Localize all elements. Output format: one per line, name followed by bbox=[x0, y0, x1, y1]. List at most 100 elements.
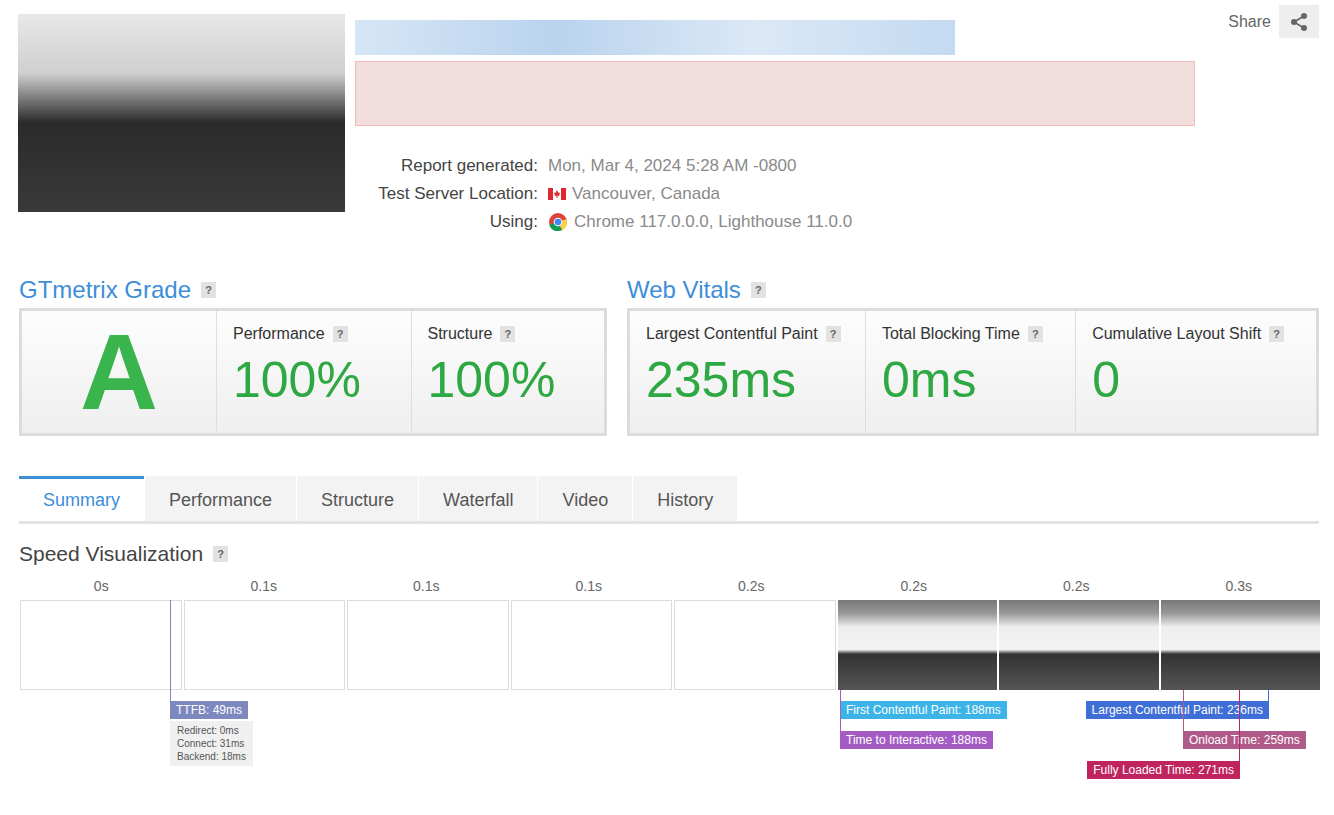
help-badge[interactable]: ? bbox=[751, 282, 766, 298]
share-label[interactable]: Share bbox=[1228, 13, 1271, 31]
section-heading: Speed Visualization bbox=[19, 542, 203, 566]
report-tab[interactable]: Waterfall bbox=[419, 476, 537, 521]
report-tab[interactable]: Structure bbox=[297, 476, 418, 521]
report-tab[interactable]: History bbox=[633, 476, 737, 521]
marker-line bbox=[1239, 690, 1240, 761]
time-axis: 0s0.1s0.1s0.1s0.2s0.2s0.2s0.3s bbox=[20, 578, 1320, 594]
grade-letter: A bbox=[80, 318, 158, 426]
metric-value: 100% bbox=[428, 351, 595, 409]
marker-label: First Contentful Paint: 188ms bbox=[840, 701, 1007, 719]
marker-label: Fully Loaded Time: 271ms bbox=[1087, 761, 1240, 779]
metric-cell: Total Blocking Time? 0ms bbox=[866, 311, 1076, 433]
marker-label: Onload Time: 259ms bbox=[1183, 731, 1306, 749]
marker-line bbox=[840, 690, 841, 731]
filmstrip-frame[interactable] bbox=[838, 600, 998, 690]
metric-label: Structure? bbox=[428, 325, 595, 343]
time-tick: 0.1s bbox=[508, 578, 671, 594]
grade-cell: A bbox=[22, 311, 217, 433]
score-sections: GTmetrix Grade?APerformance?100%Structur… bbox=[18, 274, 1319, 436]
info-text: Mon, Mar 4, 2024 5:28 AM -0800 bbox=[548, 152, 797, 180]
info-text: Vancouver, Canada bbox=[572, 180, 720, 208]
page-title-obscured bbox=[355, 20, 955, 55]
time-tick: 0.1s bbox=[183, 578, 346, 594]
metric-label: Largest Contentful Paint? bbox=[646, 325, 855, 343]
filmstrip-frame[interactable] bbox=[184, 600, 346, 690]
filmstrip-frame[interactable] bbox=[511, 600, 673, 690]
metric-name: Structure bbox=[428, 325, 493, 343]
info-value: Chrome 117.0.0.0, Lighthouse 11.0.0 bbox=[548, 208, 1228, 236]
section-title: GTmetrix Grade? bbox=[19, 274, 607, 306]
time-tick: 0.2s bbox=[995, 578, 1158, 594]
marker-details: Redirect: 0msConnect: 31msBackend: 18ms bbox=[170, 721, 253, 766]
filmstrip-frame[interactable] bbox=[20, 600, 182, 690]
info-label: Report generated: bbox=[355, 152, 538, 180]
metric-label: Total Blocking Time? bbox=[882, 325, 1065, 343]
metric-label: Cumulative Layout Shift? bbox=[1092, 325, 1306, 343]
marker-detail: Connect: 31ms bbox=[177, 737, 246, 750]
metric-value: 0ms bbox=[882, 351, 1065, 409]
report-info: Report generated: Mon, Mar 4, 2024 5:28 A… bbox=[355, 152, 1228, 236]
metric-value: 235ms bbox=[646, 351, 855, 409]
marker-line bbox=[170, 600, 171, 701]
speed-visualization-title: Speed Visualization? bbox=[19, 542, 1319, 566]
help-badge[interactable]: ? bbox=[333, 326, 348, 342]
metric-cell: Largest Contentful Paint? 235ms bbox=[630, 311, 866, 433]
metric-name: Total Blocking Time bbox=[882, 325, 1020, 343]
help-badge[interactable]: ? bbox=[1269, 326, 1284, 342]
marker-label: TTFB: 49ms bbox=[170, 701, 248, 719]
share-area: Share bbox=[1228, 5, 1319, 38]
marker-line bbox=[1183, 690, 1184, 731]
marker-label: Time to Interactive: 188ms bbox=[840, 731, 993, 749]
share-button[interactable] bbox=[1279, 5, 1319, 38]
time-tick: 0.2s bbox=[833, 578, 996, 594]
report-tab[interactable]: Performance bbox=[145, 476, 296, 521]
metric-cell: Structure? 100% bbox=[412, 311, 605, 433]
help-badge[interactable]: ? bbox=[201, 282, 216, 298]
section-title: Web Vitals? bbox=[627, 274, 1319, 306]
page-url-obscured bbox=[355, 61, 1195, 126]
time-tick: 0.1s bbox=[345, 578, 508, 594]
report-details: Report generated: Mon, Mar 4, 2024 5:28 A… bbox=[355, 14, 1228, 236]
help-badge[interactable]: ? bbox=[500, 326, 515, 342]
metric-name: Cumulative Layout Shift bbox=[1092, 325, 1261, 343]
help-badge[interactable]: ? bbox=[826, 326, 841, 342]
time-tick: 0.3s bbox=[1158, 578, 1321, 594]
marker-label: Largest Contentful Paint: 236ms bbox=[1086, 701, 1269, 719]
filmstrip-frame[interactable] bbox=[999, 600, 1159, 690]
grade-box: A Performance? 100% Structure? 100% bbox=[19, 308, 607, 436]
metric-cell: Performance? 100% bbox=[217, 311, 412, 433]
web-vitals-section: Web Vitals?Largest Contentful Paint?235m… bbox=[627, 274, 1319, 436]
filmstrip: TTFB: 49msRedirect: 0msConnect: 31msBack… bbox=[20, 600, 1320, 690]
report-tab[interactable]: Summary bbox=[19, 476, 144, 521]
metric-value: 100% bbox=[233, 351, 401, 409]
metric-value: 0 bbox=[1092, 351, 1306, 409]
time-tick: 0.2s bbox=[670, 578, 833, 594]
info-value: Vancouver, Canada bbox=[548, 180, 1228, 208]
share-icon bbox=[1289, 12, 1309, 32]
help-badge[interactable]: ? bbox=[1028, 326, 1043, 342]
grade-section: GTmetrix Grade?APerformance?100%Structur… bbox=[19, 274, 607, 436]
filmstrip-frame[interactable] bbox=[347, 600, 509, 690]
info-label: Test Server Location: bbox=[355, 180, 538, 208]
chrome-icon bbox=[548, 212, 568, 232]
info-value: Mon, Mar 4, 2024 5:28 AM -0800 bbox=[548, 152, 1228, 180]
section-heading: GTmetrix Grade bbox=[19, 276, 191, 304]
report-tabs: SummaryPerformanceStructureWaterfallVide… bbox=[19, 476, 1319, 524]
info-text: Chrome 117.0.0.0, Lighthouse 11.0.0 bbox=[574, 208, 852, 236]
marker-line bbox=[1268, 690, 1269, 701]
metric-cell: Cumulative Layout Shift? 0 bbox=[1076, 311, 1316, 433]
help-badge[interactable]: ? bbox=[213, 546, 228, 562]
report-tab[interactable]: Video bbox=[538, 476, 632, 521]
info-label: Using: bbox=[355, 208, 538, 236]
filmstrip-frame[interactable] bbox=[1161, 600, 1321, 690]
marker-detail: Backend: 18ms bbox=[177, 750, 246, 763]
metric-name: Performance bbox=[233, 325, 325, 343]
report-header: Report generated: Mon, Mar 4, 2024 5:28 A… bbox=[18, 14, 1319, 236]
marker-detail: Redirect: 0ms bbox=[177, 724, 246, 737]
metric-name: Largest Contentful Paint bbox=[646, 325, 818, 343]
time-tick: 0s bbox=[20, 578, 183, 594]
metric-label: Performance? bbox=[233, 325, 401, 343]
filmstrip-frame[interactable] bbox=[674, 600, 836, 690]
section-heading: Web Vitals bbox=[627, 276, 741, 304]
canada-flag-icon bbox=[548, 188, 566, 200]
